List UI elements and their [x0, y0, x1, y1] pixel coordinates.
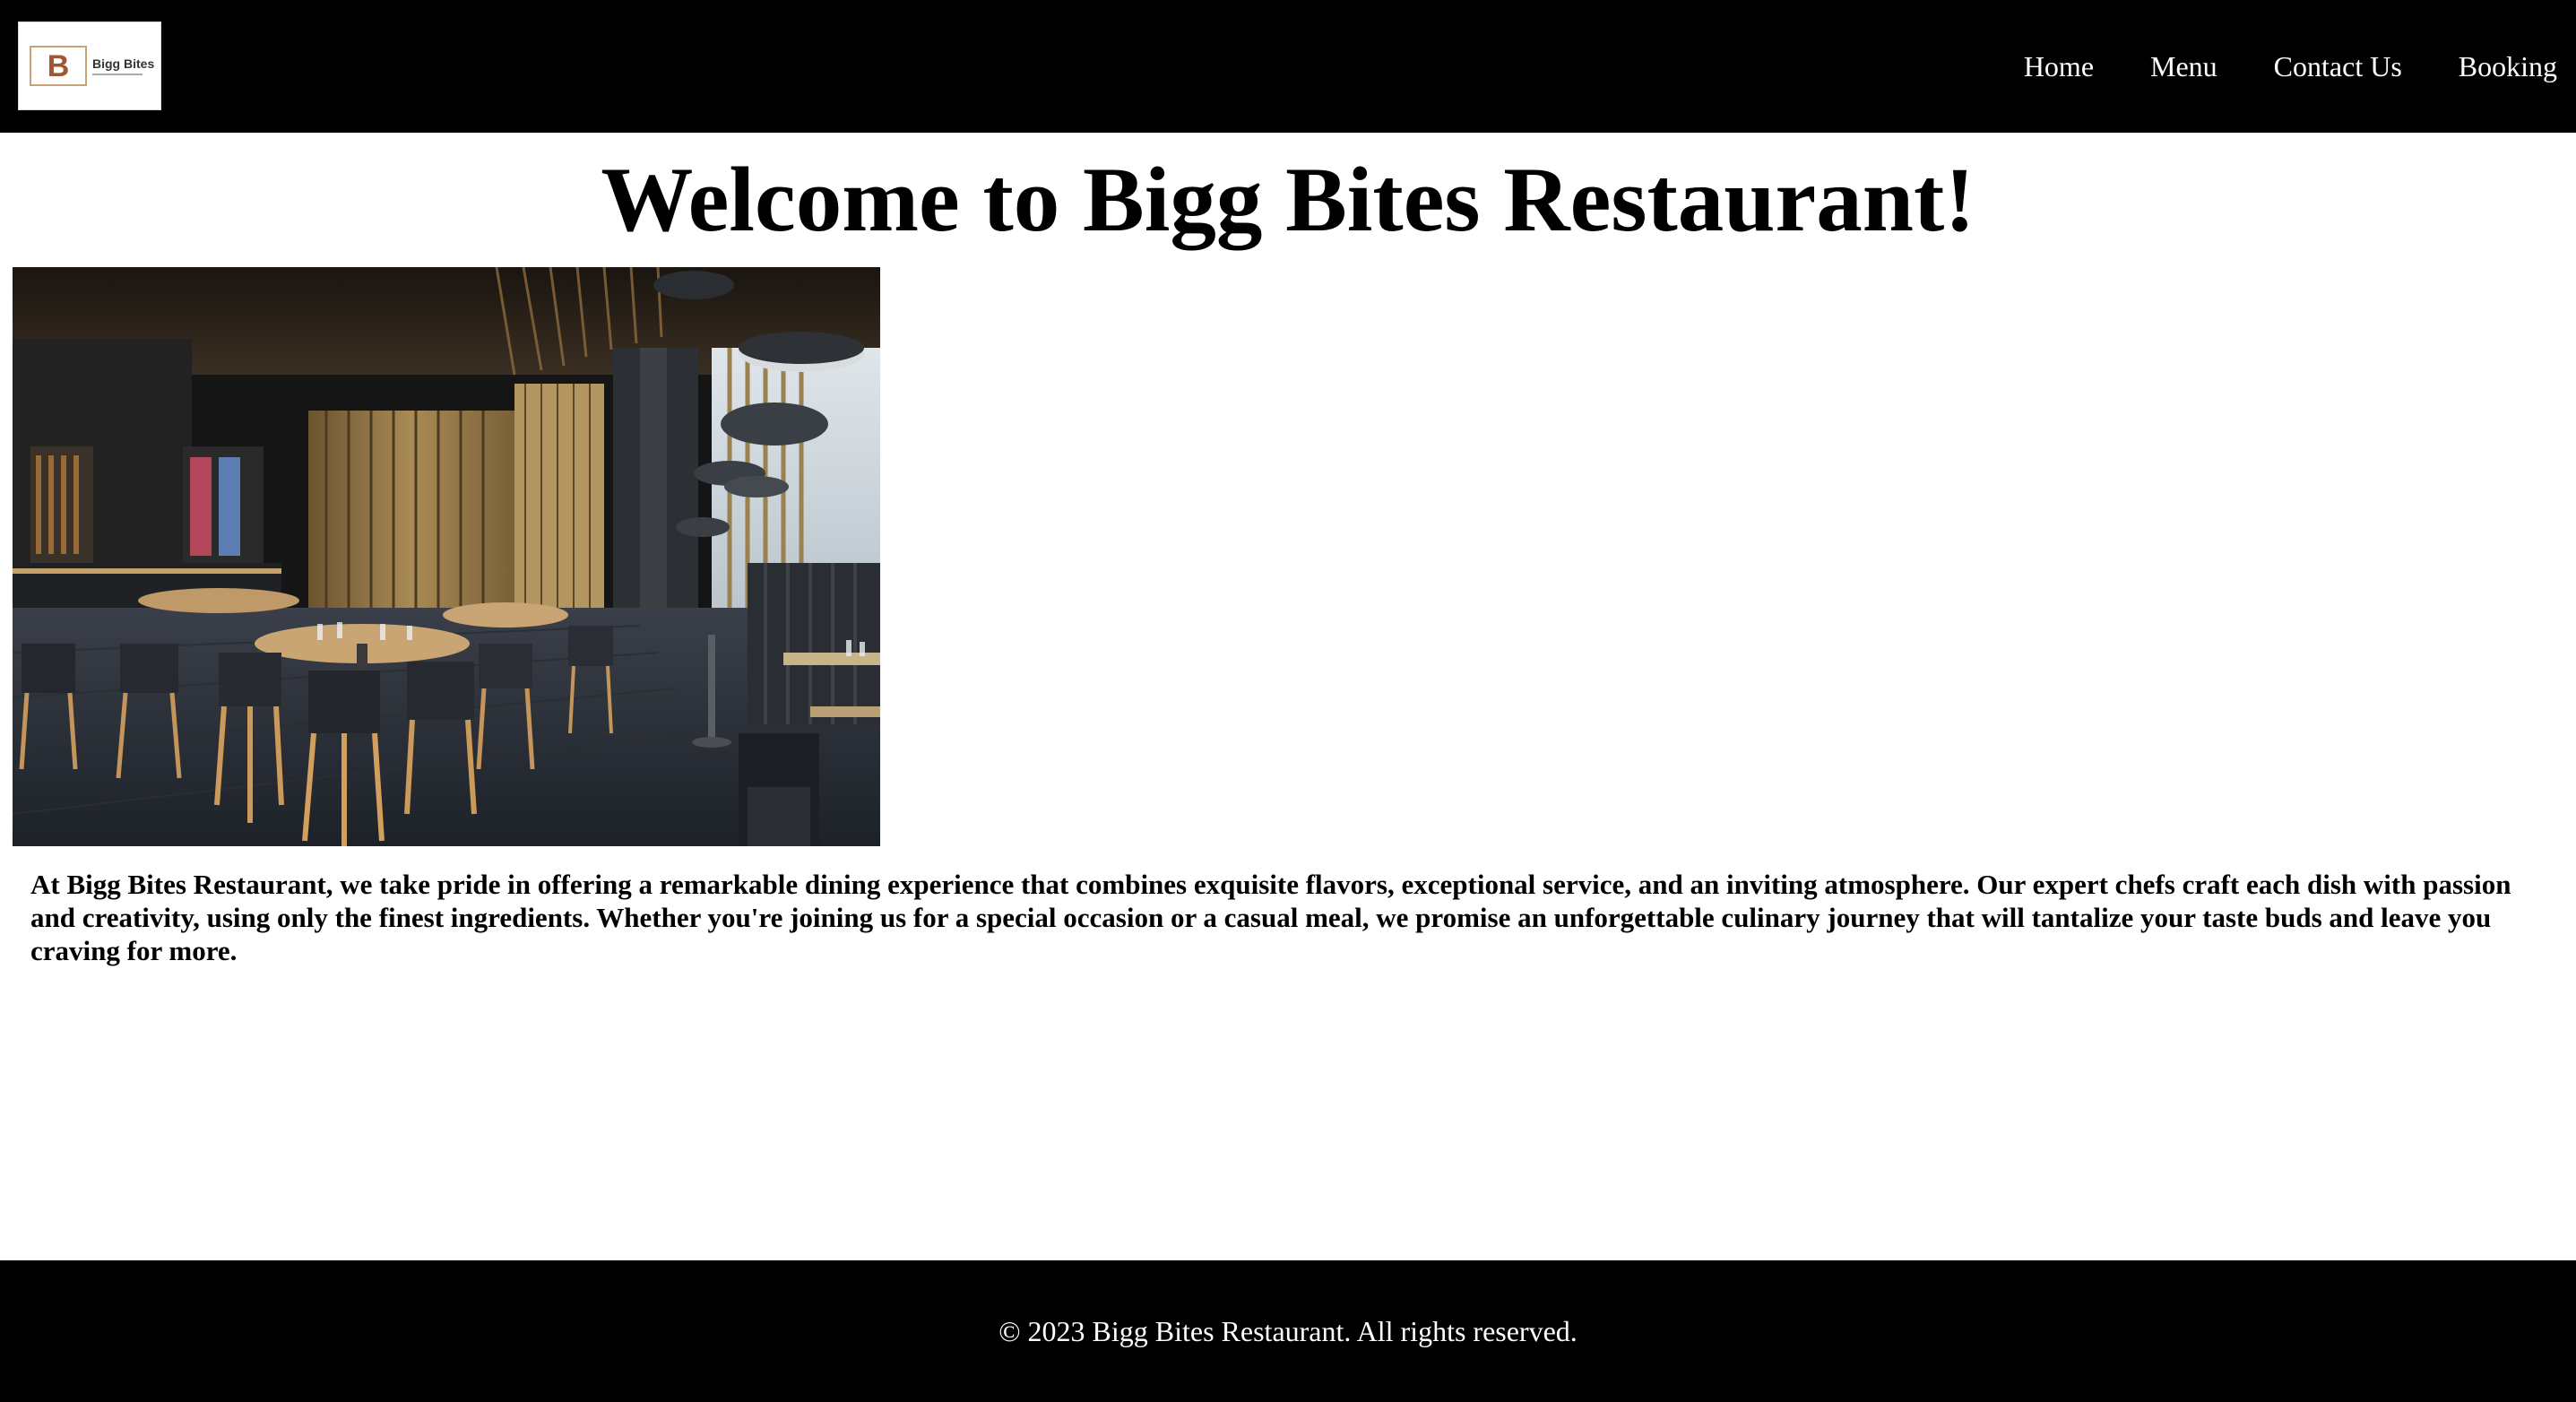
nav-contact-us-link[interactable]: Contact Us [2274, 50, 2402, 83]
page: B Bigg Bites Home Menu Contact Us Bookin… [0, 0, 2576, 1402]
page-title: Welcome to Bigg Bites Restaurant! [601, 149, 1975, 251]
nav-home-link[interactable]: Home [2024, 50, 2094, 83]
site-header: B Bigg Bites Home Menu Contact Us Bookin… [0, 0, 2576, 133]
site-logo[interactable]: B Bigg Bites [18, 22, 161, 110]
logo-tagline-rule [92, 74, 143, 75]
copyright-text: © 2023 Bigg Bites Restaurant. All rights… [998, 1314, 1578, 1347]
site-footer: © 2023 Bigg Bites Restaurant. All rights… [0, 1260, 2576, 1402]
intro-paragraph: At Bigg Bites Restaurant, we take pride … [30, 869, 2511, 966]
nav-booking-link[interactable]: Booking [2459, 50, 2557, 83]
main-nav: Home Menu Contact Us Booking [2024, 0, 2557, 133]
restaurant-interior-image [13, 267, 880, 846]
nav-menu-link[interactable]: Menu [2150, 50, 2217, 83]
logo-text: Bigg Bites [92, 56, 154, 75]
logo-name: Bigg Bites [92, 56, 155, 71]
logo-letter: B [47, 48, 70, 83]
logo-mark: B [30, 46, 87, 86]
